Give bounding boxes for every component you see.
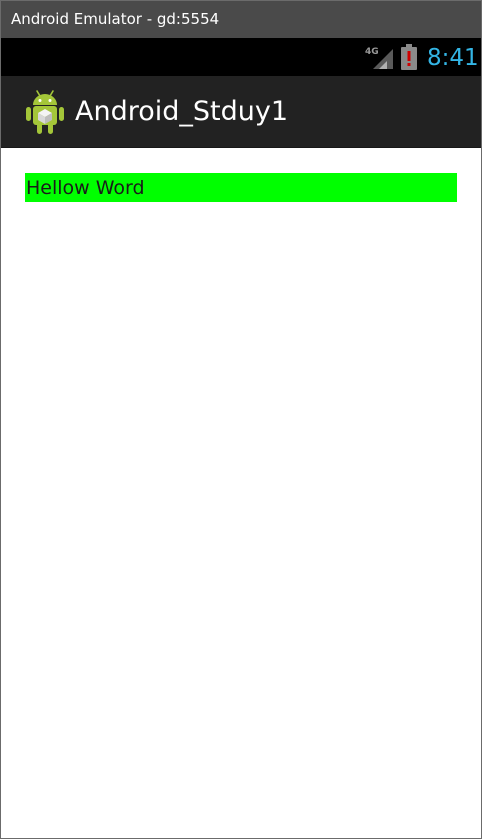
battery-alert-icon — [401, 44, 417, 70]
status-time: 8:41 — [427, 45, 479, 71]
status-bar: 4G 8:41 — [1, 38, 481, 76]
app-title: Android_Stduy1 — [75, 96, 289, 127]
signal-4g-icon: 4G — [365, 47, 393, 69]
action-bar: Android_Stduy1 — [1, 76, 481, 148]
network-type-label: 4G — [365, 47, 379, 57]
main-content: Hellow Word — [1, 149, 481, 838]
emulator-window: Android Emulator - gd:5554 4G 8:41 Andro… — [0, 0, 482, 839]
android-robot-icon[interactable] — [25, 89, 65, 135]
hello-text-view: Hellow Word — [25, 173, 457, 202]
window-title: Android Emulator - gd:5554 — [1, 1, 481, 38]
